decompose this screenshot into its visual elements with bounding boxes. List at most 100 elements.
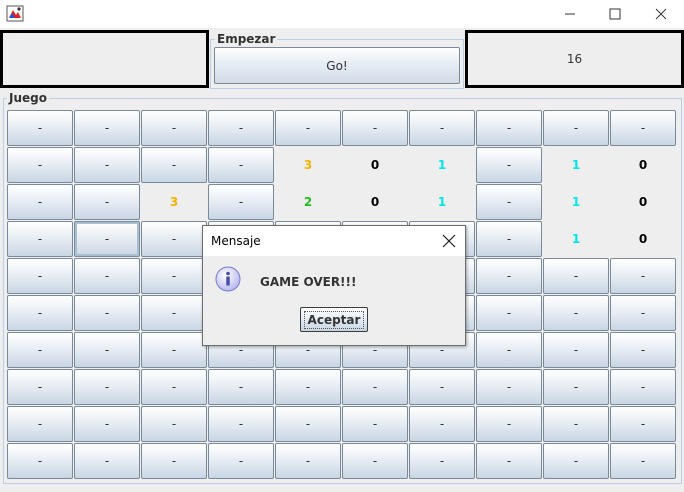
accept-button[interactable]: Aceptar xyxy=(300,307,368,332)
minefield-cell[interactable]: - xyxy=(476,221,542,257)
minefield-cell[interactable]: - xyxy=(476,184,542,220)
minefield-cell[interactable]: - xyxy=(476,110,542,146)
minefield-cell[interactable]: - xyxy=(543,110,609,146)
counter-value: 16 xyxy=(566,52,583,66)
minefield-cell[interactable]: - xyxy=(476,332,542,368)
minefield-cell[interactable]: - xyxy=(74,295,140,331)
minefield-cell[interactable]: - xyxy=(7,110,73,146)
minefield-cell[interactable]: - xyxy=(610,332,676,368)
close-icon xyxy=(655,8,667,20)
minefield-cell[interactable]: - xyxy=(74,110,140,146)
go-button[interactable]: Go! xyxy=(214,47,460,84)
minefield-cell[interactable]: - xyxy=(74,369,140,405)
minefield-cell[interactable]: - xyxy=(610,258,676,294)
revealed-cell: 1 xyxy=(543,184,609,220)
minefield-cell[interactable]: - xyxy=(74,332,140,368)
minimize-icon xyxy=(564,8,576,20)
minefield-cell[interactable]: - xyxy=(543,443,609,479)
dialog-title: Mensaje xyxy=(211,234,261,248)
minefield-cell[interactable]: - xyxy=(476,406,542,442)
start-group-title: Empezar xyxy=(215,32,278,46)
minefield-cell[interactable]: - xyxy=(409,406,475,442)
minefield-cell[interactable]: - xyxy=(208,110,274,146)
revealed-cell: 1 xyxy=(543,221,609,257)
minefield-cell[interactable]: - xyxy=(7,258,73,294)
minefield-cell[interactable]: - xyxy=(342,110,408,146)
minefield-cell[interactable]: - xyxy=(543,295,609,331)
minefield-cell[interactable]: - xyxy=(7,147,73,183)
minefield-cell[interactable]: - xyxy=(476,443,542,479)
minefield-cell[interactable]: - xyxy=(74,147,140,183)
minefield-cell[interactable]: - xyxy=(141,258,207,294)
close-button[interactable] xyxy=(638,0,684,28)
minefield-cell[interactable]: - xyxy=(7,332,73,368)
minesweeper-app-icon xyxy=(6,5,24,22)
minefield-cell[interactable]: - xyxy=(74,406,140,442)
revealed-cell: 3 xyxy=(141,184,207,220)
minefield-cell[interactable]: - xyxy=(141,332,207,368)
minefield-cell[interactable]: - xyxy=(141,295,207,331)
minefield-cell[interactable]: - xyxy=(610,443,676,479)
minefield-cell[interactable]: - xyxy=(342,369,408,405)
minefield-cell[interactable]: - xyxy=(342,443,408,479)
revealed-cell: 3 xyxy=(275,147,341,183)
minefield-cell[interactable]: - xyxy=(409,110,475,146)
minefield-cell[interactable]: - xyxy=(208,184,274,220)
minefield-cell[interactable]: - xyxy=(275,369,341,405)
minefield-cell[interactable]: - xyxy=(74,221,140,257)
minefield-cell[interactable]: - xyxy=(610,406,676,442)
minefield-cell[interactable]: - xyxy=(74,184,140,220)
minefield-cell[interactable]: - xyxy=(275,443,341,479)
minefield-cell[interactable]: - xyxy=(610,295,676,331)
minefield-cell[interactable]: - xyxy=(342,406,408,442)
minefield-cell[interactable]: - xyxy=(74,258,140,294)
minefield-cell[interactable]: - xyxy=(543,406,609,442)
minefield-cell[interactable]: - xyxy=(208,406,274,442)
revealed-cell: 0 xyxy=(342,184,408,220)
minefield-cell[interactable]: - xyxy=(543,369,609,405)
window-titlebar xyxy=(0,0,684,28)
minefield-cell[interactable]: - xyxy=(7,443,73,479)
minefield-cell[interactable]: - xyxy=(141,369,207,405)
minefield-cell[interactable]: - xyxy=(7,295,73,331)
minefield-cell[interactable]: - xyxy=(409,369,475,405)
game-panel-title: Juego xyxy=(7,91,49,105)
minefield-cell[interactable]: - xyxy=(7,406,73,442)
minefield-cell[interactable]: - xyxy=(7,369,73,405)
minefield-cell[interactable]: - xyxy=(141,221,207,257)
minefield-cell[interactable]: - xyxy=(141,406,207,442)
minefield-cell[interactable]: - xyxy=(543,258,609,294)
minefield-cell[interactable]: - xyxy=(7,184,73,220)
minefield-cell[interactable]: - xyxy=(74,443,140,479)
minefield-cell[interactable]: - xyxy=(476,295,542,331)
start-group: Empezar Go! xyxy=(210,32,464,89)
minefield-cell[interactable]: - xyxy=(476,147,542,183)
minefield-cell[interactable]: - xyxy=(208,147,274,183)
minefield-cell[interactable]: - xyxy=(208,443,274,479)
revealed-cell: 1 xyxy=(543,147,609,183)
minefield-cell[interactable]: - xyxy=(610,110,676,146)
revealed-cell: 1 xyxy=(409,147,475,183)
minefield-cell[interactable]: - xyxy=(275,110,341,146)
info-icon xyxy=(215,266,241,292)
minefield-cell[interactable]: - xyxy=(208,369,274,405)
dialog-close-icon[interactable] xyxy=(441,233,457,249)
minefield-cell[interactable]: - xyxy=(476,258,542,294)
minefield-cell[interactable]: - xyxy=(409,443,475,479)
minefield-cell[interactable]: - xyxy=(7,221,73,257)
minefield-cell[interactable]: - xyxy=(141,443,207,479)
message-dialog: Mensaje GAME OVER!!! Aceptar xyxy=(202,225,466,346)
minimize-button[interactable] xyxy=(547,0,593,28)
go-button-label: Go! xyxy=(326,58,348,73)
revealed-cell: 0 xyxy=(610,147,676,183)
minefield-cell[interactable]: - xyxy=(141,147,207,183)
minefield-cell[interactable]: - xyxy=(543,332,609,368)
maximize-button[interactable] xyxy=(592,0,638,28)
counter-panel: 16 xyxy=(465,30,684,88)
revealed-cell: 1 xyxy=(409,184,475,220)
minefield-cell[interactable]: - xyxy=(275,406,341,442)
minefield-cell[interactable]: - xyxy=(610,369,676,405)
revealed-cell: 2 xyxy=(275,184,341,220)
minefield-cell[interactable]: - xyxy=(476,369,542,405)
minefield-cell[interactable]: - xyxy=(141,110,207,146)
